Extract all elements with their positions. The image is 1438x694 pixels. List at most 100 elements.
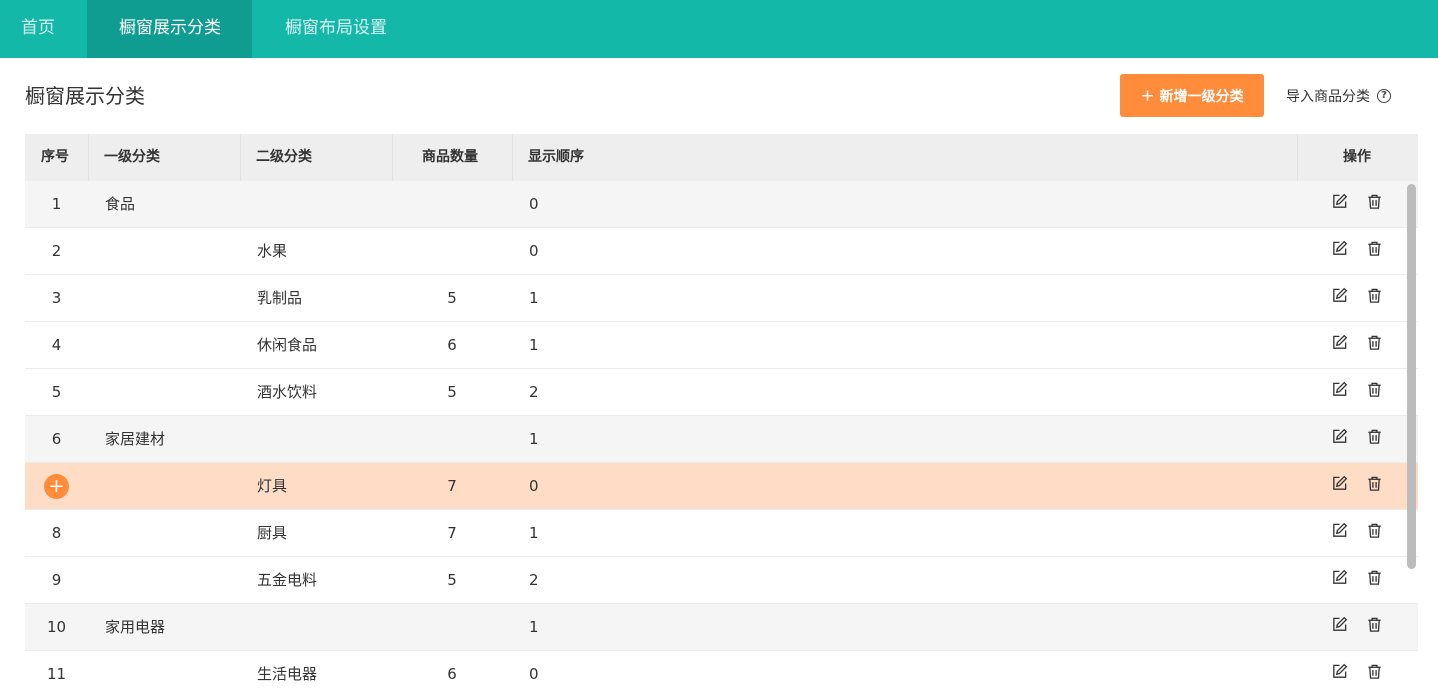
plus-circle-icon[interactable]: +: [44, 474, 69, 499]
table-row[interactable]: 1 食品 0: [25, 181, 1418, 228]
cell-order: 2: [529, 571, 539, 589]
row-actions: [1331, 334, 1383, 351]
trash-icon[interactable]: [1366, 616, 1383, 633]
cell-order: 1: [529, 524, 539, 542]
table-row[interactable]: 2 水果 0: [25, 228, 1418, 275]
edit-icon[interactable]: [1331, 663, 1348, 680]
row-actions: [1331, 287, 1383, 304]
cell-count: 5: [447, 289, 457, 307]
cell-order: 0: [529, 477, 539, 495]
edit-icon[interactable]: [1331, 287, 1348, 304]
edit-icon[interactable]: [1331, 334, 1348, 351]
cell-level1: 食品: [105, 195, 136, 213]
header-count: 商品数量: [422, 149, 478, 165]
cell-level2: 水果: [257, 242, 288, 260]
cell-index: 3: [51, 289, 62, 307]
cell-index: 5: [51, 383, 62, 401]
cell-count: 5: [447, 571, 457, 589]
row-actions: [1331, 522, 1383, 539]
header-index: 序号: [41, 149, 69, 165]
cell-order: 1: [529, 430, 539, 448]
cell-order: 2: [529, 383, 539, 401]
tab-home[interactable]: 首页: [21, 0, 87, 58]
table-row[interactable]: 4 休闲食品 6 1: [25, 322, 1418, 369]
cell-order: 0: [529, 242, 539, 260]
plus-icon: +: [1140, 85, 1155, 106]
category-table: 序号 一级分类 二级分类 商品数量 显示顺序 操作 1 食品 0 2 水果 0 3 乳制品 5 1…: [25, 134, 1418, 694]
edit-icon[interactable]: [1331, 569, 1348, 586]
table-row[interactable]: 11 生活电器 6 0: [25, 651, 1418, 694]
header-divider: [240, 134, 241, 181]
table-scrollbar[interactable]: [1407, 184, 1416, 569]
trash-icon[interactable]: [1366, 334, 1383, 351]
top-nav: 首页 橱窗展示分类 橱窗布局设置: [0, 0, 1438, 58]
table-row[interactable]: 3 乳制品 5 1: [25, 275, 1418, 322]
add-level1-category-button[interactable]: + 新增一级分类: [1120, 74, 1264, 117]
cell-level1: 家居建材: [105, 430, 166, 448]
trash-icon[interactable]: [1366, 569, 1383, 586]
import-link-label: 导入商品分类: [1286, 89, 1370, 105]
cell-count: [392, 416, 512, 463]
cell-level2: 乳制品: [257, 289, 303, 307]
cell-level2: 五金电料: [257, 571, 318, 589]
cell-index: 8: [51, 524, 62, 542]
row-actions: [1331, 475, 1383, 492]
cell-index: 6: [51, 430, 62, 448]
table-row[interactable]: 10 家用电器 1: [25, 604, 1418, 651]
header-order: 显示顺序: [528, 149, 584, 165]
cell-index: 10: [46, 618, 67, 636]
table-row[interactable]: 5 酒水饮料 5 2: [25, 369, 1418, 416]
cell-level2: 酒水饮料: [257, 383, 318, 401]
edit-icon[interactable]: [1331, 193, 1348, 210]
table-row[interactable]: + 灯具 7 0: [25, 463, 1418, 510]
trash-icon[interactable]: [1366, 522, 1383, 539]
edit-icon[interactable]: [1331, 240, 1348, 257]
table-header: 序号 一级分类 二级分类 商品数量 显示顺序 操作: [25, 134, 1418, 181]
cell-count: 7: [447, 524, 457, 542]
header-divider: [88, 134, 89, 181]
trash-icon[interactable]: [1366, 663, 1383, 680]
cell-index: 9: [51, 571, 62, 589]
tab-window-categories[interactable]: 橱窗展示分类: [87, 0, 252, 58]
cell-count: 5: [447, 383, 457, 401]
header-divider: [392, 134, 393, 181]
cell-order: 1: [529, 618, 539, 636]
help-circle-icon[interactable]: ?: [1377, 89, 1391, 103]
cell-count: 6: [447, 665, 457, 683]
trash-icon[interactable]: [1366, 428, 1383, 445]
tab-window-layout[interactable]: 橱窗布局设置: [252, 0, 387, 58]
row-actions: [1331, 381, 1383, 398]
edit-icon[interactable]: [1331, 428, 1348, 445]
cell-level2: 生活电器: [257, 665, 318, 683]
cell-index: 4: [51, 336, 62, 354]
edit-icon[interactable]: [1331, 522, 1348, 539]
table-row[interactable]: 6 家居建材 1: [25, 416, 1418, 463]
header-actions: 操作: [1343, 149, 1371, 165]
table-row[interactable]: 9 五金电料 5 2: [25, 557, 1418, 604]
row-actions: [1331, 193, 1383, 210]
edit-icon[interactable]: [1331, 475, 1348, 492]
page-title: 橱窗展示分类: [25, 84, 145, 108]
cell-order: 1: [529, 289, 539, 307]
edit-icon[interactable]: [1331, 381, 1348, 398]
trash-icon[interactable]: [1366, 287, 1383, 304]
header-divider: [1297, 134, 1298, 181]
add-button-label: 新增一级分类: [1159, 88, 1244, 105]
header-divider: [512, 134, 513, 181]
cell-level2: 灯具: [257, 477, 288, 495]
trash-icon[interactable]: [1366, 475, 1383, 492]
trash-icon[interactable]: [1366, 381, 1383, 398]
cell-order: 0: [529, 665, 539, 683]
row-actions: [1331, 616, 1383, 633]
import-categories-link[interactable]: 导入商品分类 ?: [1286, 86, 1391, 106]
row-actions: [1331, 569, 1383, 586]
cell-count: 7: [447, 477, 457, 495]
trash-icon[interactable]: [1366, 193, 1383, 210]
cell-level2: 休闲食品: [257, 336, 318, 354]
header-level1: 一级分类: [104, 149, 160, 165]
trash-icon[interactable]: [1366, 240, 1383, 257]
table-row[interactable]: 8 厨具 7 1: [25, 510, 1418, 557]
header-level2: 二级分类: [256, 149, 312, 165]
edit-icon[interactable]: [1331, 616, 1348, 633]
cell-count: [392, 228, 512, 275]
